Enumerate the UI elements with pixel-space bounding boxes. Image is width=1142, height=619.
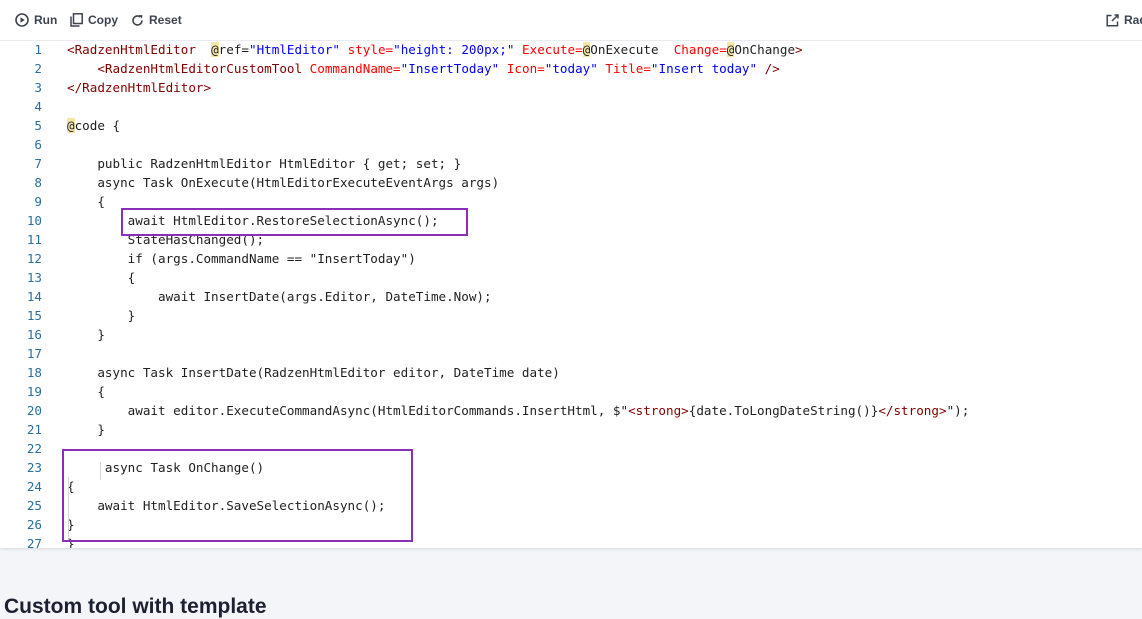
- code-text: @code {: [67, 118, 121, 133]
- code-text: async Task OnExecute(HtmlEditorExecuteEv…: [67, 175, 500, 190]
- line-number: 27: [26, 536, 42, 548]
- line-number: 16: [26, 327, 42, 342]
- play-icon: [15, 13, 29, 27]
- code-line: 18 async Task InsertDate(RadzenHtmlEdito…: [0, 363, 1142, 382]
- code-line: 20 await editor.ExecuteCommandAsync(Html…: [0, 401, 1142, 420]
- line-number: 19: [26, 384, 42, 399]
- code-line: 8 async Task OnExecute(HtmlEditorExecute…: [0, 173, 1142, 192]
- code-text: {: [67, 194, 105, 209]
- run-button[interactable]: Run: [15, 10, 57, 30]
- code-text: }: [67, 327, 105, 342]
- line-number: 1: [34, 42, 42, 57]
- line-number: 22: [26, 441, 42, 456]
- code-line: 6: [0, 135, 1142, 154]
- line-number: 6: [34, 137, 42, 152]
- line-number: 24: [26, 479, 42, 494]
- code-line: 14 await InsertDate(args.Editor, DateTim…: [0, 287, 1142, 306]
- reset-label: Reset: [149, 13, 182, 27]
- code-line: 4: [0, 97, 1142, 116]
- code-text: }: [67, 422, 105, 437]
- code-line: 1 <RadzenHtmlEditor @ref="HtmlEditor" sty…: [0, 40, 1142, 59]
- line-number: 2: [34, 61, 42, 76]
- line-number: 9: [34, 194, 42, 209]
- copy-label: Copy: [88, 13, 118, 27]
- code-toolbar: Run Copy Reset Rad: [0, 0, 1142, 41]
- code-text: {: [67, 270, 136, 285]
- line-number: 17: [26, 346, 42, 361]
- external-link-icon: [1106, 13, 1119, 27]
- code-line: 17: [0, 344, 1142, 363]
- line-number: 15: [26, 308, 42, 323]
- line-number: 23: [26, 460, 42, 475]
- run-label: Run: [34, 13, 58, 27]
- section-heading: Custom tool with template: [4, 595, 267, 618]
- line-number: 26: [26, 517, 42, 532]
- line-number: 21: [26, 422, 42, 437]
- line-number: 3: [34, 80, 42, 95]
- line-number: 8: [34, 175, 42, 190]
- code-example-card: Run Copy Reset Rad 1 <RadzenHtmlEditor @r…: [0, 0, 1142, 548]
- code-line: 19 {: [0, 382, 1142, 401]
- line-number: 11: [26, 232, 42, 247]
- line-number: 20: [26, 403, 42, 418]
- code-text: }: [67, 308, 136, 323]
- code-text: {: [67, 384, 105, 399]
- code-text: async Task InsertDate(RadzenHtmlEditor e…: [67, 365, 560, 380]
- code-line: 15 }: [0, 306, 1142, 325]
- code-text: await editor.ExecuteCommandAsync(HtmlEdi…: [67, 403, 970, 418]
- code-editor[interactable]: 1 <RadzenHtmlEditor @ref="HtmlEditor" sty…: [0, 40, 1142, 548]
- line-number: 4: [34, 99, 42, 114]
- copy-button[interactable]: Copy: [70, 10, 118, 30]
- reset-icon: [131, 14, 144, 27]
- line-number: 10: [26, 213, 42, 228]
- code-line: 21 }: [0, 420, 1142, 439]
- line-number: 14: [26, 289, 42, 304]
- code-line: 3 </RadzenHtmlEditor>: [0, 78, 1142, 97]
- code-text: </RadzenHtmlEditor>: [67, 80, 212, 95]
- code-line: 13 {: [0, 268, 1142, 287]
- code-line: 12 if (args.CommandName == "InsertToday"…: [0, 249, 1142, 268]
- line-number: 12: [26, 251, 42, 266]
- code-line: 7 public RadzenHtmlEditor HtmlEditor { g…: [0, 154, 1142, 173]
- line-number: 5: [34, 118, 42, 133]
- code-text: <RadzenHtmlEditor @ref="HtmlEditor" styl…: [67, 42, 803, 57]
- line-number: 13: [26, 270, 42, 285]
- line-number: 7: [34, 156, 42, 171]
- code-text: public RadzenHtmlEditor HtmlEditor { get…: [67, 156, 462, 171]
- copy-icon: [70, 13, 83, 27]
- highlight-box: [62, 449, 413, 542]
- code-text: <RadzenHtmlEditorCustomTool CommandName=…: [97, 61, 780, 76]
- open-label: Rad: [1124, 13, 1142, 27]
- code-text: if (args.CommandName == "InsertToday"): [67, 251, 416, 266]
- open-in-radzen-button[interactable]: Rad: [1106, 10, 1142, 30]
- code-line: 5 @code {: [0, 116, 1142, 135]
- highlight-box: [121, 208, 468, 236]
- code-text: await InsertDate(args.Editor, DateTime.N…: [67, 289, 492, 304]
- code-line: 2 <RadzenHtmlEditorCustomTool CommandNam…: [0, 59, 1142, 78]
- line-number: 18: [26, 365, 42, 380]
- line-number: 25: [26, 498, 42, 513]
- code-line: 16 }: [0, 325, 1142, 344]
- reset-button[interactable]: Reset: [131, 10, 182, 30]
